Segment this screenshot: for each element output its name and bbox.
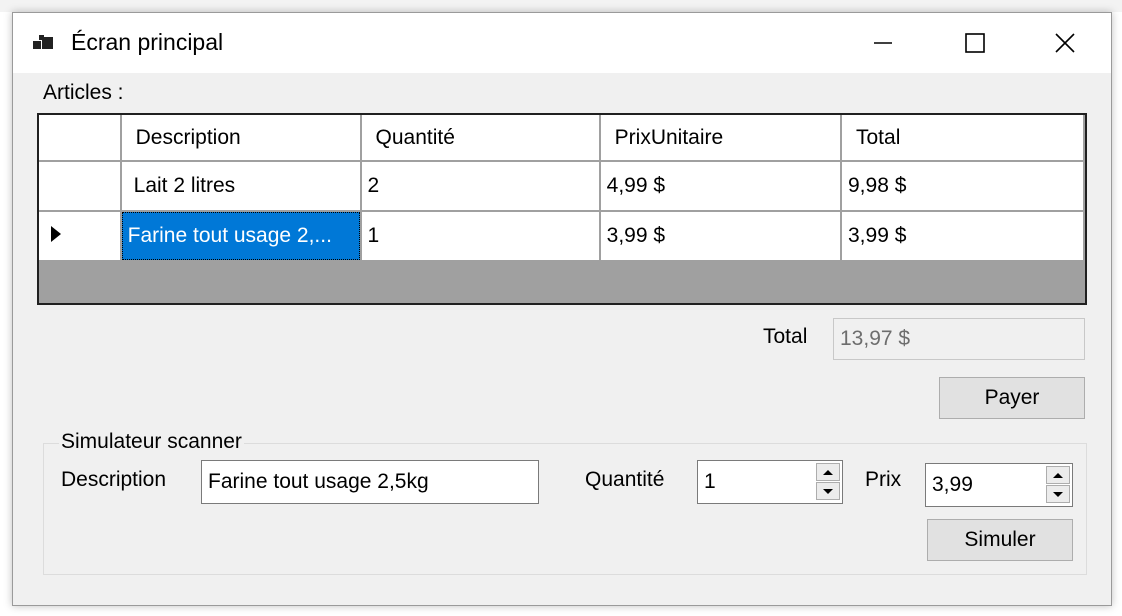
description-label: Description xyxy=(61,468,167,491)
chevron-up-icon xyxy=(823,469,833,475)
total-field: 13,97 $ xyxy=(833,318,1085,360)
cell-quantity[interactable]: 1 xyxy=(360,211,601,262)
row-header[interactable] xyxy=(39,211,122,262)
table-row[interactable]: Lait 2 litres 2 4,99 $ 9,98 $ xyxy=(39,161,1085,212)
chevron-down-icon xyxy=(823,488,833,494)
cell-unit-price[interactable]: 4,99 $ xyxy=(599,161,843,212)
column-header-description[interactable]: Description xyxy=(120,115,362,162)
column-header-total[interactable]: Total xyxy=(841,115,1085,162)
grid-header-row: Description Quantité PrixUnitaire Total xyxy=(39,115,1085,162)
articles-label: Articles : xyxy=(43,81,124,104)
title-bar[interactable]: Écran principal xyxy=(13,13,1111,73)
app-window-icon xyxy=(31,31,57,57)
cell-total[interactable]: 3,99 $ xyxy=(841,211,1085,262)
articles-table: Description Quantité PrixUnitaire Total … xyxy=(39,115,1085,262)
quantity-spinner[interactable] xyxy=(816,463,840,501)
price-label: Prix xyxy=(865,468,902,491)
cell-total[interactable]: 9,98 $ xyxy=(841,161,1085,212)
pay-button[interactable]: Payer xyxy=(939,377,1085,419)
quantity-stepper[interactable]: 1 xyxy=(697,460,843,504)
minimize-button[interactable] xyxy=(837,13,929,73)
window-title: Écran principal xyxy=(71,29,224,55)
price-increment-button[interactable] xyxy=(1046,466,1070,484)
simulate-button[interactable]: Simuler xyxy=(927,519,1073,561)
grid-corner-header[interactable] xyxy=(39,115,122,162)
price-value: 3,99 xyxy=(932,473,973,496)
price-decrement-button[interactable] xyxy=(1046,485,1070,503)
chevron-up-icon xyxy=(1053,472,1063,478)
column-header-unit-price[interactable]: PrixUnitaire xyxy=(599,115,843,162)
minimize-icon xyxy=(874,42,892,44)
table-row-selected[interactable]: Farine tout usage 2,... 1 3,99 $ 3,99 $ xyxy=(39,211,1085,262)
quantity-label: Quantité xyxy=(585,468,665,491)
row-header[interactable] xyxy=(39,161,122,212)
close-button[interactable] xyxy=(1019,13,1111,73)
maximize-icon xyxy=(965,33,985,53)
quantity-value: 1 xyxy=(704,470,716,493)
cell-quantity[interactable]: 2 xyxy=(360,161,601,212)
cell-description[interactable]: Farine tout usage 2,... xyxy=(120,211,362,262)
description-input[interactable]: Farine tout usage 2,5kg xyxy=(201,460,539,504)
main-window: Écran principal Articles : Description Q… xyxy=(12,12,1112,606)
price-spinner[interactable] xyxy=(1046,466,1070,504)
cell-unit-price[interactable]: 3,99 $ xyxy=(599,211,843,262)
quantity-decrement-button[interactable] xyxy=(816,482,840,500)
cell-description[interactable]: Lait 2 litres xyxy=(120,161,362,212)
column-header-quantity[interactable]: Quantité xyxy=(360,115,601,162)
total-label: Total xyxy=(763,325,808,348)
row-pointer-icon xyxy=(51,226,61,242)
price-stepper[interactable]: 3,99 xyxy=(925,463,1073,507)
scanner-group-title: Simulateur scanner xyxy=(59,430,244,454)
background-strip xyxy=(0,0,1122,12)
chevron-down-icon xyxy=(1053,491,1063,497)
quantity-increment-button[interactable] xyxy=(816,463,840,481)
articles-grid[interactable]: Description Quantité PrixUnitaire Total … xyxy=(37,113,1087,305)
maximize-button[interactable] xyxy=(929,13,1021,73)
close-icon xyxy=(1055,33,1075,53)
